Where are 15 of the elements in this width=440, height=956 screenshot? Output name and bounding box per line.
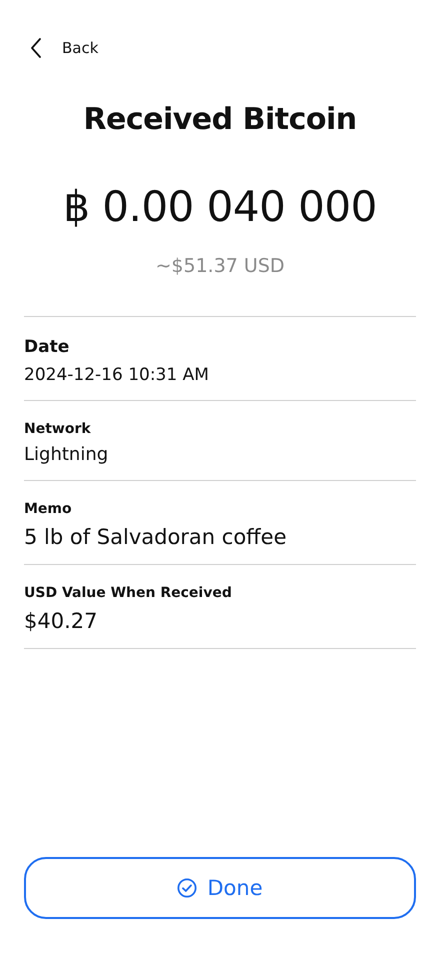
chevron-left-icon (30, 38, 42, 58)
detail-label: Memo (24, 500, 73, 519)
check-circle-icon (177, 878, 198, 898)
usd-estimate: ~$51.37 USD (154, 254, 286, 279)
detail-label: Date (24, 336, 70, 359)
back-button[interactable]: Back (24, 38, 98, 58)
page-title: Received Bitcoin (82, 101, 358, 139)
done-button[interactable]: Done (24, 857, 416, 919)
detail-value: $40.27 (24, 608, 98, 635)
detail-value: Lightning (24, 443, 110, 467)
detail-value: 5 lb of Salvadoran coffee (24, 524, 288, 551)
detail-value: 2024-12-16 10:31 AM (24, 364, 210, 387)
detail-label: USD Value When Received (24, 584, 233, 603)
bitcoin-amount: ฿ 0.00 040 000 (62, 181, 378, 233)
detail-label: Network (24, 420, 92, 439)
